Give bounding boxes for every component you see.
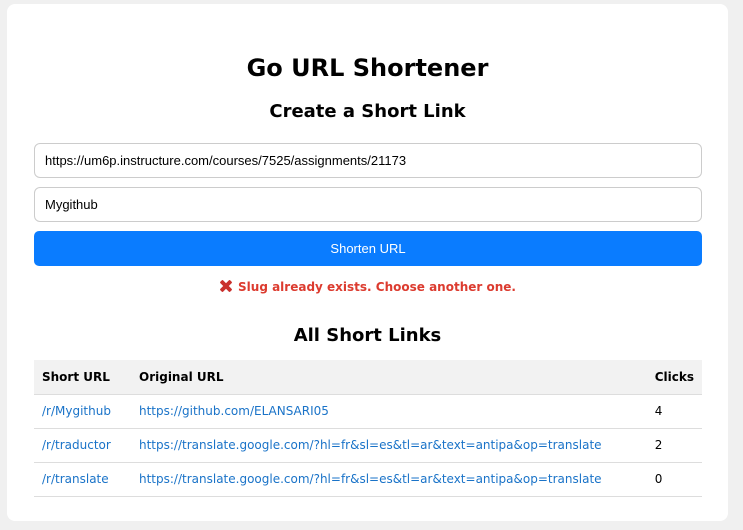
- create-heading: Create a Short Link: [269, 101, 466, 122]
- error-message: Slug already exists. Choose another one.: [7, 279, 728, 294]
- links-table: Short URL Original URL Clicks /r/Mygithu…: [34, 360, 702, 497]
- original-url-cell: https://translate.google.com/?hl=fr&sl=e…: [131, 462, 647, 497]
- short-url-cell: /r/Mygithub: [34, 394, 131, 429]
- original-url-link[interactable]: https://translate.google.com/?hl=fr&sl=e…: [139, 472, 602, 486]
- url-input[interactable]: [34, 143, 702, 178]
- short-url-cell: /r/traductor: [34, 428, 131, 463]
- all-links-heading: All Short Links: [293, 325, 442, 346]
- original-url-link[interactable]: https://github.com/ELANSARI05: [139, 404, 329, 418]
- table-row: /r/Mygithub https://github.com/ELANSARI0…: [34, 394, 702, 429]
- shorten-url-button[interactable]: Shorten URL: [34, 231, 702, 266]
- original-url-cell: https://github.com/ELANSARI05: [131, 394, 647, 429]
- app-title: Go URL Shortener: [246, 54, 489, 82]
- main-card: Go URL Shortener Create a Short Link Sho…: [7, 4, 728, 521]
- original-url-link[interactable]: https://translate.google.com/?hl=fr&sl=e…: [139, 438, 602, 452]
- column-header-original-url: Original URL: [131, 360, 647, 395]
- cross-icon: [219, 279, 233, 293]
- clicks-cell: 4: [646, 394, 702, 429]
- column-header-clicks: Clicks: [646, 360, 702, 395]
- clicks-cell: 2: [646, 428, 702, 463]
- table-row: /r/translate https://translate.google.co…: [34, 462, 702, 497]
- table-header-row: Short URL Original URL Clicks: [34, 360, 702, 395]
- short-url-link[interactable]: /r/Mygithub: [42, 404, 111, 418]
- short-url-cell: /r/translate: [34, 462, 131, 497]
- error-text: Slug already exists. Choose another one.: [238, 280, 516, 294]
- table-row: /r/traductor https://translate.google.co…: [34, 428, 702, 463]
- clicks-cell: 0: [646, 462, 702, 497]
- original-url-cell: https://translate.google.com/?hl=fr&sl=e…: [131, 428, 647, 463]
- slug-input[interactable]: [34, 187, 702, 222]
- column-header-short-url: Short URL: [34, 360, 131, 395]
- short-url-link[interactable]: /r/translate: [42, 472, 109, 486]
- short-url-link[interactable]: /r/traductor: [42, 438, 111, 452]
